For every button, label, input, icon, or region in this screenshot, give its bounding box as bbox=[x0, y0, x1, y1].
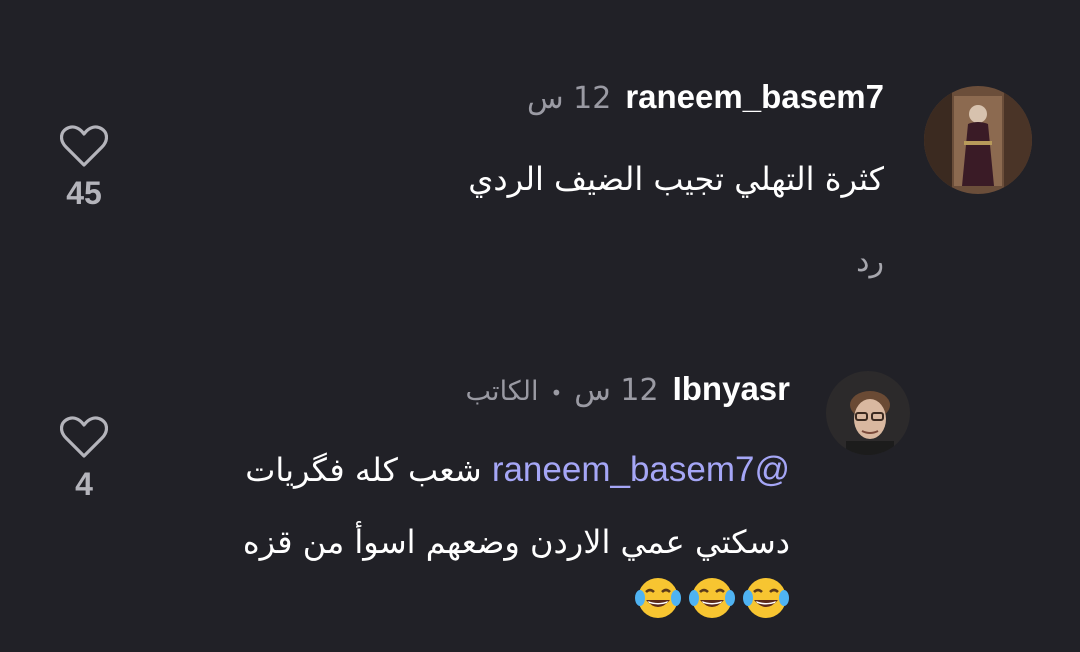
username[interactable]: raneem_basem7 bbox=[625, 78, 884, 116]
laughing-tears-emoji bbox=[635, 578, 681, 618]
like-button[interactable]: 45 bbox=[54, 125, 114, 212]
avatar[interactable] bbox=[826, 371, 910, 455]
user-photo-avatar bbox=[924, 86, 1032, 194]
heart-icon bbox=[60, 125, 108, 167]
timestamp: 12 س bbox=[526, 81, 612, 116]
emoji-row bbox=[628, 574, 790, 630]
timestamp: 12 س bbox=[574, 373, 659, 408]
mention-link[interactable]: @raneem_basem7 bbox=[492, 450, 790, 489]
comment-text: كثرة التهلي تجيب الضيف الردي bbox=[468, 160, 884, 198]
avatar[interactable] bbox=[924, 86, 1032, 194]
laughing-tears-emoji bbox=[743, 578, 789, 618]
separator-dot: • bbox=[550, 381, 563, 405]
laughing-tears-emoji bbox=[689, 578, 735, 618]
reply-button[interactable]: رد bbox=[856, 244, 884, 279]
like-count: 4 bbox=[75, 466, 93, 502]
comment-meta: raneem_basem7 12 س bbox=[527, 78, 884, 116]
like-button[interactable]: 4 bbox=[54, 416, 114, 503]
username[interactable]: Ibnyasr bbox=[673, 370, 790, 408]
comment-text: شعب كله فگريات bbox=[245, 451, 482, 489]
heart-icon bbox=[60, 416, 108, 458]
comment-text-line-1: @raneem_basem7 شعب كله فگريات bbox=[245, 450, 790, 490]
author-badge: الكاتب bbox=[465, 376, 539, 407]
comment-text-line-2: دسكتي عمي الاردن وضعهم اسوأ من قزه bbox=[242, 523, 790, 561]
like-count: 45 bbox=[66, 175, 102, 211]
user-photo-avatar bbox=[826, 371, 910, 455]
comment-meta: Ibnyasr 12 س • الكاتب bbox=[466, 370, 790, 408]
